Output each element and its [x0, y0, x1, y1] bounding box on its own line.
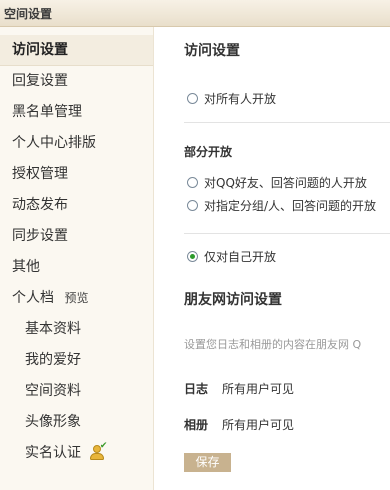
setting-label: 日志: [184, 382, 209, 396]
sidebar-item-label: 访问设置: [12, 42, 68, 58]
sidebar-item-label: 回复设置: [12, 73, 68, 89]
option-label: 对指定分组/人、回答问题的开放: [204, 199, 377, 213]
sidebar-item-hobbies[interactable]: 我的爱好: [0, 345, 153, 376]
sidebar-item-other[interactable]: 其他: [0, 252, 153, 283]
divider: [184, 122, 390, 123]
option-qq-friends[interactable]: 对QQ好友、回答问题的人开放: [187, 174, 367, 192]
partial-open-title: 部分开放: [184, 145, 233, 159]
option-self-only[interactable]: 仅对自己开放: [187, 248, 276, 266]
radio-button[interactable]: [187, 177, 198, 188]
window-title: 空间设置: [4, 7, 53, 21]
setting-value[interactable]: 所有用户可见: [222, 382, 294, 396]
save-button[interactable]: 保存: [184, 453, 231, 472]
setting-row-blog: 日志 所有用户可见: [184, 380, 294, 397]
option-specified-groups[interactable]: 对指定分组/人、回答问题的开放: [187, 197, 376, 215]
option-label: 仅对自己开放: [204, 250, 277, 264]
sidebar-item-label: 动态发布: [12, 197, 68, 213]
radio-button-checked[interactable]: [187, 251, 198, 262]
sidebar-item-authorization[interactable]: 授权管理: [0, 159, 153, 190]
radio-button[interactable]: [187, 200, 198, 211]
sidebar-item-space-info[interactable]: 空间资料: [0, 376, 153, 407]
sidebar-item-realname[interactable]: 实名认证 ✔: [0, 438, 153, 469]
access-settings-title: 访问设置: [184, 43, 240, 59]
option-label: 对所有人开放: [204, 92, 277, 106]
sidebar: 访问设置 回复设置 黑名单管理 个人中心排版 授权管理 动态发布 同步设置 其他…: [0, 27, 154, 490]
setting-label: 相册: [184, 418, 209, 432]
radio-button[interactable]: [187, 93, 198, 104]
sidebar-item-access-settings[interactable]: 访问设置: [0, 35, 153, 66]
sidebar-item-label: 个人档: [12, 290, 54, 306]
realname-verified-icon: ✔: [89, 441, 107, 461]
friends-network-description: 设置您日志和相册的内容在朋友网 Q: [184, 338, 362, 351]
sidebar-item-feed-publish[interactable]: 动态发布: [0, 190, 153, 221]
sidebar-item-label: 头像形象: [25, 414, 81, 430]
sidebar-item-layout[interactable]: 个人中心排版: [0, 128, 153, 159]
sidebar-item-avatar[interactable]: 头像形象: [0, 407, 153, 438]
sidebar-item-sync-settings[interactable]: 同步设置: [0, 221, 153, 252]
option-label: 对QQ好友、回答问题的人开放: [204, 176, 367, 190]
main-panel: 访问设置 对所有人开放 部分开放 对QQ好友、回答问题的人开放 对指定分组/人、…: [154, 27, 390, 490]
sidebar-item-label: 基本资料: [25, 321, 81, 337]
sidebar-item-label: 其他: [12, 259, 40, 275]
sidebar-item-blacklist[interactable]: 黑名单管理: [0, 97, 153, 128]
sidebar-item-label: 个人中心排版: [12, 135, 96, 151]
sidebar-item-reply-settings[interactable]: 回复设置: [0, 66, 153, 97]
sidebar-item-label: 实名认证: [25, 445, 81, 461]
title-bar: 空间设置: [0, 0, 390, 27]
sidebar-item-label: 授权管理: [12, 166, 68, 182]
sidebar-item-basic-info[interactable]: 基本资料: [0, 314, 153, 345]
profile-preview-link[interactable]: 预览: [64, 291, 88, 305]
setting-row-album: 相册 所有用户可见: [184, 416, 294, 433]
sidebar-item-label: 黑名单管理: [12, 104, 82, 120]
divider: [184, 233, 390, 234]
option-all-open[interactable]: 对所有人开放: [187, 90, 276, 108]
sidebar-item-label: 空间资料: [25, 383, 81, 399]
sidebar-item-profile[interactable]: 个人档 预览: [0, 283, 153, 314]
sidebar-item-label: 同步设置: [12, 228, 68, 244]
friends-network-title: 朋友网访问设置: [184, 292, 282, 308]
sidebar-item-label: 我的爱好: [25, 352, 81, 368]
setting-value[interactable]: 所有用户可见: [222, 418, 294, 432]
